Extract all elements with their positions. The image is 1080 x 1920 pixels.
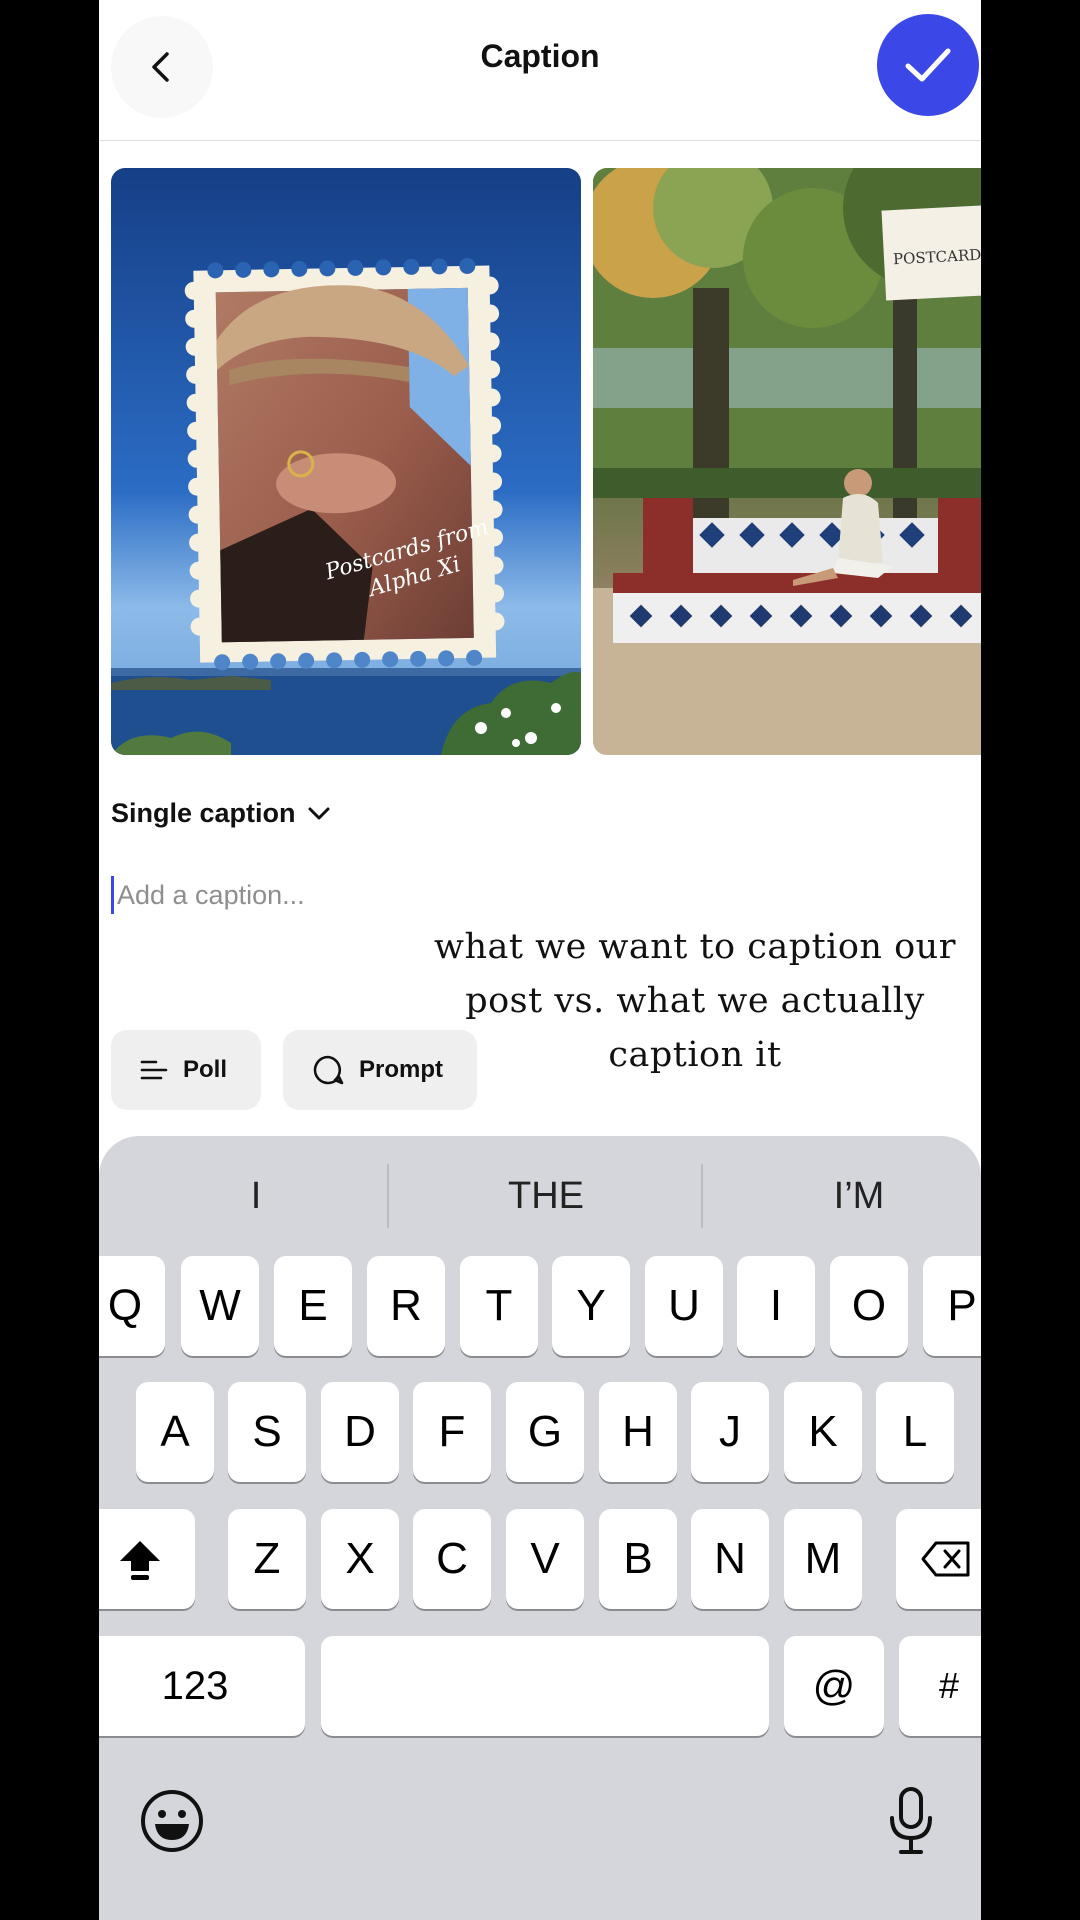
key-j[interactable]: J	[691, 1382, 769, 1482]
photo-thumbnail-1[interactable]: Postcards from Alpha Xi	[111, 168, 581, 755]
caption-screen: Caption Postcards from Alpha Xi POSTCARD…	[99, 0, 981, 1920]
suggestion-3[interactable]: I’M	[702, 1166, 981, 1226]
numbers-key[interactable]: 123	[99, 1636, 305, 1736]
confirm-button[interactable]	[877, 14, 979, 116]
key-t[interactable]: T	[460, 1256, 538, 1356]
overlay-meme-text: what we want to caption our post vs. wha…	[434, 927, 956, 1075]
delete-icon	[921, 1541, 970, 1577]
header-divider	[99, 140, 981, 141]
emoji-button[interactable]	[139, 1788, 205, 1854]
poll-label: Poll	[183, 1056, 228, 1083]
delete-key[interactable]	[896, 1509, 981, 1609]
key-s[interactable]: S	[228, 1382, 306, 1482]
microphone-icon	[890, 1787, 932, 1854]
checkmark-icon	[905, 48, 951, 82]
text-cursor	[111, 876, 114, 914]
prompt-label: Prompt	[359, 1056, 443, 1083]
key-m[interactable]: M	[784, 1509, 862, 1609]
key-x[interactable]: X	[321, 1509, 399, 1609]
key-o[interactable]: O	[830, 1256, 908, 1356]
caption-input[interactable]	[111, 872, 967, 918]
key-f[interactable]: F	[413, 1382, 491, 1482]
suggestion-1[interactable]: I	[99, 1166, 413, 1226]
at-key[interactable]: @	[784, 1636, 884, 1736]
emoji-icon	[141, 1790, 203, 1852]
key-v[interactable]: V	[506, 1509, 584, 1609]
microphone-button[interactable]	[887, 1786, 935, 1856]
key-r[interactable]: R	[367, 1256, 445, 1356]
key-n[interactable]: N	[691, 1509, 769, 1609]
key-q[interactable]: Q	[99, 1256, 165, 1356]
stamp-photo-artwork	[111, 257, 581, 755]
key-l[interactable]: L	[876, 1382, 954, 1482]
page-title: Caption	[480, 38, 600, 74]
hash-key[interactable]: #	[899, 1636, 981, 1736]
key-e[interactable]: E	[274, 1256, 352, 1356]
poll-icon	[140, 1060, 168, 1080]
space-key[interactable]	[321, 1636, 769, 1736]
shift-key[interactable]	[99, 1509, 195, 1609]
photo-thumbnail-2[interactable]: POSTCARD	[593, 168, 981, 755]
poll-button[interactable]: Poll	[111, 1030, 261, 1110]
shift-icon	[120, 1541, 160, 1580]
key-g[interactable]: G	[506, 1382, 584, 1482]
key-y[interactable]: Y	[552, 1256, 630, 1356]
prompt-button[interactable]: Prompt	[283, 1030, 477, 1110]
key-u[interactable]: U	[645, 1256, 723, 1356]
key-b[interactable]: B	[599, 1509, 677, 1609]
caption-mode-dropdown[interactable]: Single caption	[111, 798, 332, 829]
key-a[interactable]: A	[136, 1382, 214, 1482]
key-p[interactable]: P	[923, 1256, 981, 1356]
key-h[interactable]: H	[599, 1382, 677, 1482]
key-i[interactable]: I	[737, 1256, 815, 1356]
key-z[interactable]: Z	[228, 1509, 306, 1609]
key-c[interactable]: C	[413, 1509, 491, 1609]
speech-bubble-icon	[313, 1055, 344, 1085]
caption-mode-label: Single caption	[111, 798, 296, 828]
key-k[interactable]: K	[784, 1382, 862, 1482]
on-screen-keyboard: I THE I’M Q W E R T Y U I O P A S D F G …	[99, 1136, 981, 1920]
chevron-down-icon	[308, 807, 330, 819]
key-w[interactable]: W	[181, 1256, 259, 1356]
suggestion-2[interactable]: THE	[389, 1166, 703, 1226]
key-d[interactable]: D	[321, 1382, 399, 1482]
